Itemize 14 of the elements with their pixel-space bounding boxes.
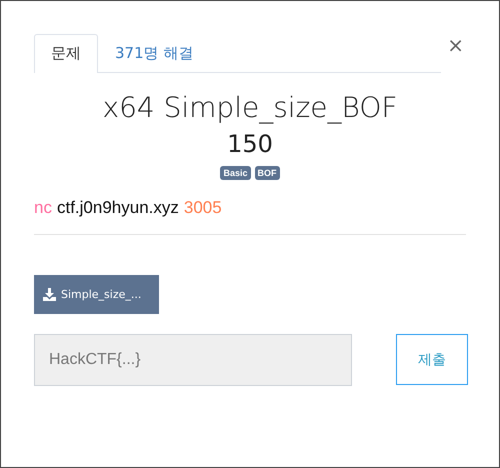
download-button[interactable]: Simple_size_... [34, 275, 159, 314]
tab[interactable]: 371명 해결 [98, 34, 210, 73]
port-text: 3005 [184, 198, 222, 218]
submit-button[interactable]: 제출 [396, 334, 468, 385]
command-text: nc [34, 198, 52, 218]
host-text: ctf.j0n9hyun.xyz [56, 198, 179, 218]
tab[interactable]: 문제 [34, 34, 98, 73]
download-icon [43, 288, 56, 301]
tag: Basic [220, 166, 251, 180]
close-button[interactable]: × [445, 34, 466, 56]
tag: BOF [254, 166, 280, 180]
flag-input[interactable]: HackCTF{...} [34, 334, 352, 386]
points-text: 150 [226, 130, 274, 158]
challenge-title: x64 Simple_size_BOF [102, 91, 398, 124]
